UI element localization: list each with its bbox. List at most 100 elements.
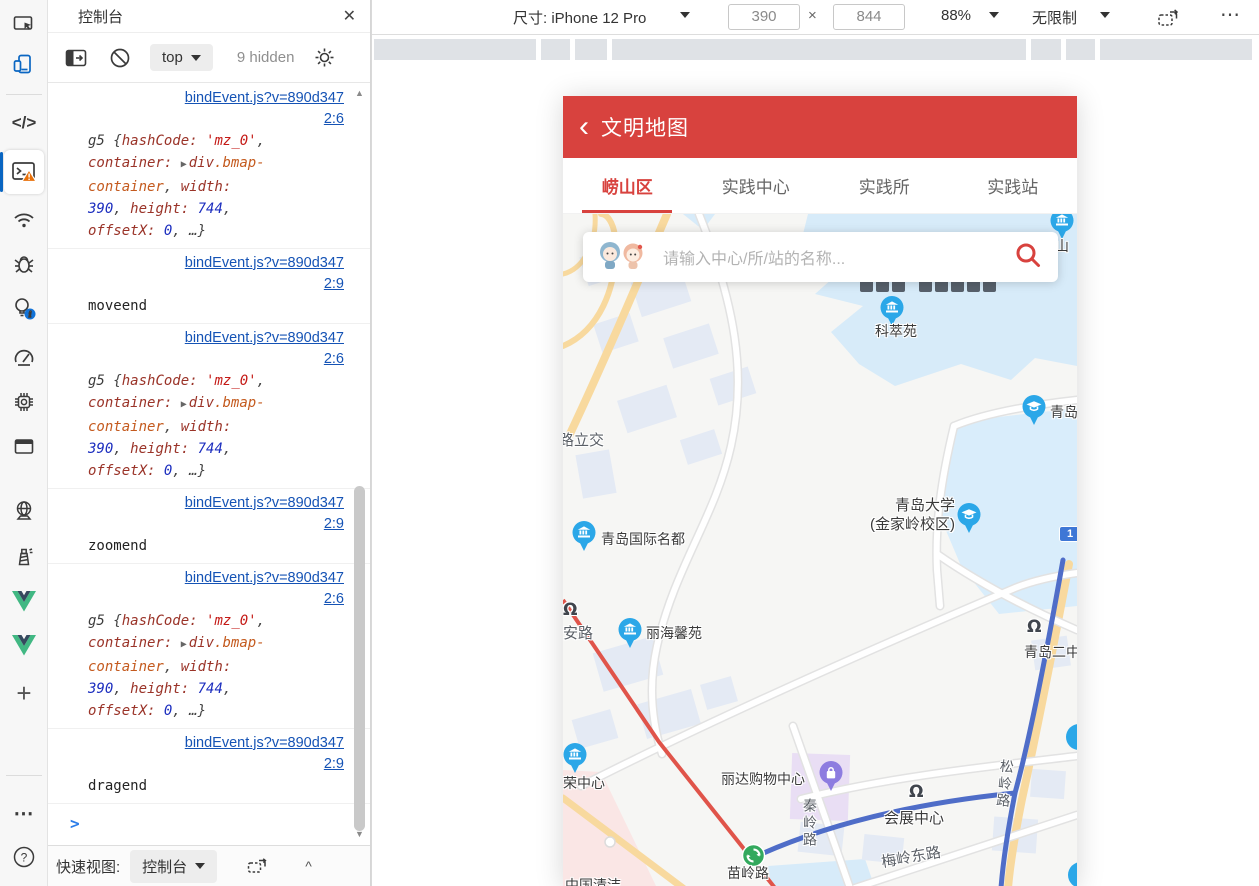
source-link[interactable]: bindEvent.js?v=890d347 bbox=[88, 568, 344, 589]
chevron-down-icon[interactable] bbox=[989, 12, 999, 18]
dock-rotate-icon[interactable] bbox=[243, 852, 271, 880]
poi-marker-building-icon[interactable] bbox=[617, 617, 643, 654]
poi-label[interactable]: 会展中心 bbox=[884, 807, 944, 828]
source-location-link[interactable]: 2:6 bbox=[88, 589, 344, 610]
poi-label[interactable]: 青岛二中 bbox=[1024, 642, 1077, 662]
poi-label[interactable]: 青岛国际名都 bbox=[601, 529, 685, 549]
context-selector[interactable]: top bbox=[150, 44, 213, 71]
rotate-device-icon[interactable] bbox=[1155, 5, 1181, 35]
search-bar[interactable]: 请输入中心/所/站的名称... bbox=[583, 232, 1058, 282]
zoom-level[interactable]: 88% bbox=[941, 7, 971, 24]
help-icon[interactable]: ? bbox=[7, 840, 41, 874]
scroll-down-icon[interactable]: ▼ bbox=[352, 827, 367, 842]
console-prompt[interactable]: > bbox=[48, 804, 370, 834]
console-log-entry[interactable]: bindEvent.js?v=890d3472:6 g5 {hashCode: … bbox=[48, 564, 370, 729]
poi-marker-building-icon[interactable] bbox=[571, 520, 597, 557]
tab-shijianzhan[interactable]: 实践站 bbox=[949, 158, 1078, 213]
source-link[interactable]: bindEvent.js?v=890d347 bbox=[88, 88, 344, 109]
console-sidebar-toggle-icon[interactable] bbox=[62, 44, 90, 72]
vue-devtools-icon[interactable] bbox=[7, 584, 41, 618]
console-log-entry[interactable]: bindEvent.js?v=890d3472:9 zoomend bbox=[48, 489, 370, 564]
console-log-entry[interactable]: bindEvent.js?v=890d3472:9 moveend bbox=[48, 249, 370, 324]
source-link[interactable]: bindEvent.js?v=890d347 bbox=[88, 493, 344, 514]
code-panel-icon[interactable]: </> bbox=[7, 106, 41, 140]
object-preview[interactable]: g5 {hashCode: 'mz_0', container: ▶div.bm… bbox=[88, 610, 270, 722]
baidu-map[interactable]: 科萃苑 山 青岛 路立交 青岛国际名都 青岛大学 (金家岭校区) 1 bbox=[563, 214, 1077, 886]
application-window-icon[interactable] bbox=[7, 430, 41, 464]
poi-label[interactable]: 丽达购物中心 bbox=[721, 769, 805, 789]
media-gap bbox=[1061, 39, 1066, 60]
source-location-link[interactable]: 2:9 bbox=[88, 754, 344, 775]
metro-station-icon[interactable]: Ω bbox=[909, 782, 923, 802]
object-preview[interactable]: g5 {hashCode: 'mz_0', container: ▶div.bm… bbox=[88, 130, 270, 242]
active-indicator bbox=[0, 152, 3, 192]
console-log-area[interactable]: bindEvent.js?v=890d3472:6 g5 {hashCode: … bbox=[48, 84, 370, 845]
source-location-link[interactable]: 2:9 bbox=[88, 274, 344, 295]
width-input[interactable]: 390 bbox=[728, 4, 800, 30]
poi-marker-university-icon[interactable] bbox=[1021, 394, 1047, 431]
quick-view-selector[interactable]: 控制台 bbox=[130, 850, 217, 883]
console-log-entry[interactable]: bindEvent.js?v=890d3472:6 g5 {hashCode: … bbox=[48, 324, 370, 489]
chevron-down-icon[interactable] bbox=[1100, 12, 1110, 18]
console-log-entry[interactable]: bindEvent.js?v=890d3472:9 dragend bbox=[48, 729, 370, 804]
source-link[interactable]: bindEvent.js?v=890d347 bbox=[88, 253, 344, 274]
vue-devtools-icon-2[interactable] bbox=[7, 628, 41, 662]
search-input[interactable]: 请输入中心/所/站的名称... bbox=[663, 245, 1014, 269]
more-tools-icon[interactable]: ⋯ bbox=[7, 796, 41, 830]
tab-shijiansuo[interactable]: 实践所 bbox=[820, 158, 949, 213]
collapse-chevron-icon[interactable]: ^ bbox=[305, 858, 312, 874]
road-shield: 1 bbox=[1059, 526, 1077, 542]
chevron-down-icon[interactable] bbox=[680, 12, 690, 18]
media-query-bar[interactable] bbox=[374, 39, 1252, 60]
scroll-up-icon[interactable]: ▲ bbox=[352, 86, 367, 101]
poi-label[interactable]: 中国清洁 bbox=[565, 875, 621, 886]
poi-label[interactable]: 科萃苑 bbox=[875, 321, 917, 341]
device-emulation-icon[interactable] bbox=[7, 48, 41, 82]
clear-console-icon[interactable] bbox=[106, 44, 134, 72]
device-dimensions-label[interactable]: 尺寸: iPhone 12 Pro bbox=[513, 7, 646, 28]
hints-lightbulb-icon[interactable]: i bbox=[7, 292, 41, 326]
tab-laoshanqu[interactable]: 崂山区 bbox=[563, 158, 692, 213]
debug-bug-icon[interactable] bbox=[7, 247, 41, 281]
close-icon[interactable]: ✕ bbox=[343, 6, 356, 26]
poi-marker-university-icon[interactable] bbox=[956, 502, 982, 539]
add-panel-icon[interactable]: + bbox=[7, 676, 41, 710]
memory-chip-icon[interactable] bbox=[7, 385, 41, 419]
performance-gauge-icon[interactable] bbox=[7, 340, 41, 374]
lighthouse-icon[interactable] bbox=[7, 540, 41, 574]
poi-label[interactable]: 荣中心 bbox=[563, 773, 605, 793]
poi-label[interactable]: 苗岭路 bbox=[727, 863, 769, 883]
console-settings-gear-icon[interactable] bbox=[310, 44, 338, 72]
source-location-link[interactable]: 2:6 bbox=[88, 349, 344, 370]
console-log-entry[interactable]: bindEvent.js?v=890d3472:6 g5 {hashCode: … bbox=[48, 84, 370, 249]
poi-label[interactable]: 青岛 bbox=[1050, 402, 1077, 422]
metro-station-icon[interactable]: Ω bbox=[563, 600, 577, 620]
poi-label-university[interactable]: 青岛大学 (金家岭校区) bbox=[859, 496, 955, 534]
tab-shijianzhongxin[interactable]: 实践中心 bbox=[692, 158, 821, 213]
network-globe-icon[interactable] bbox=[7, 494, 41, 528]
source-link[interactable]: bindEvent.js?v=890d347 bbox=[88, 733, 344, 754]
source-location-link[interactable]: 2:9 bbox=[88, 514, 344, 535]
throttling-selector[interactable]: 无限制 bbox=[1032, 7, 1077, 28]
console-panel-icon[interactable] bbox=[4, 150, 44, 194]
mascot-avatars bbox=[597, 240, 649, 275]
source-location-link[interactable]: 2:6 bbox=[88, 109, 344, 130]
expand-triangle-icon[interactable]: ▶ bbox=[181, 399, 187, 410]
object-preview[interactable]: g5 {hashCode: 'mz_0', container: ▶div.bm… bbox=[88, 370, 270, 482]
height-input[interactable]: 844 bbox=[833, 4, 905, 30]
scrollbar-thumb[interactable] bbox=[354, 486, 365, 831]
back-chevron-icon[interactable]: ‹ bbox=[579, 112, 589, 142]
more-options-icon[interactable]: ⋯ bbox=[1220, 2, 1241, 27]
source-link[interactable]: bindEvent.js?v=890d347 bbox=[88, 328, 344, 349]
console-scrollbar[interactable]: ▲ ▼ bbox=[352, 86, 367, 842]
network-wifi-icon[interactable] bbox=[7, 203, 41, 237]
hidden-messages-count[interactable]: 9 hidden bbox=[237, 49, 295, 66]
poi-marker-shopping-icon[interactable] bbox=[818, 760, 844, 797]
metro-station-icon[interactable]: Ω bbox=[1027, 617, 1041, 637]
multiply-sign: × bbox=[808, 7, 817, 24]
search-icon[interactable] bbox=[1014, 241, 1042, 274]
inspect-element-icon[interactable] bbox=[7, 8, 41, 42]
poi-label[interactable]: 丽海馨苑 bbox=[646, 623, 702, 643]
expand-triangle-icon[interactable]: ▶ bbox=[181, 159, 187, 170]
expand-triangle-icon[interactable]: ▶ bbox=[181, 639, 187, 650]
